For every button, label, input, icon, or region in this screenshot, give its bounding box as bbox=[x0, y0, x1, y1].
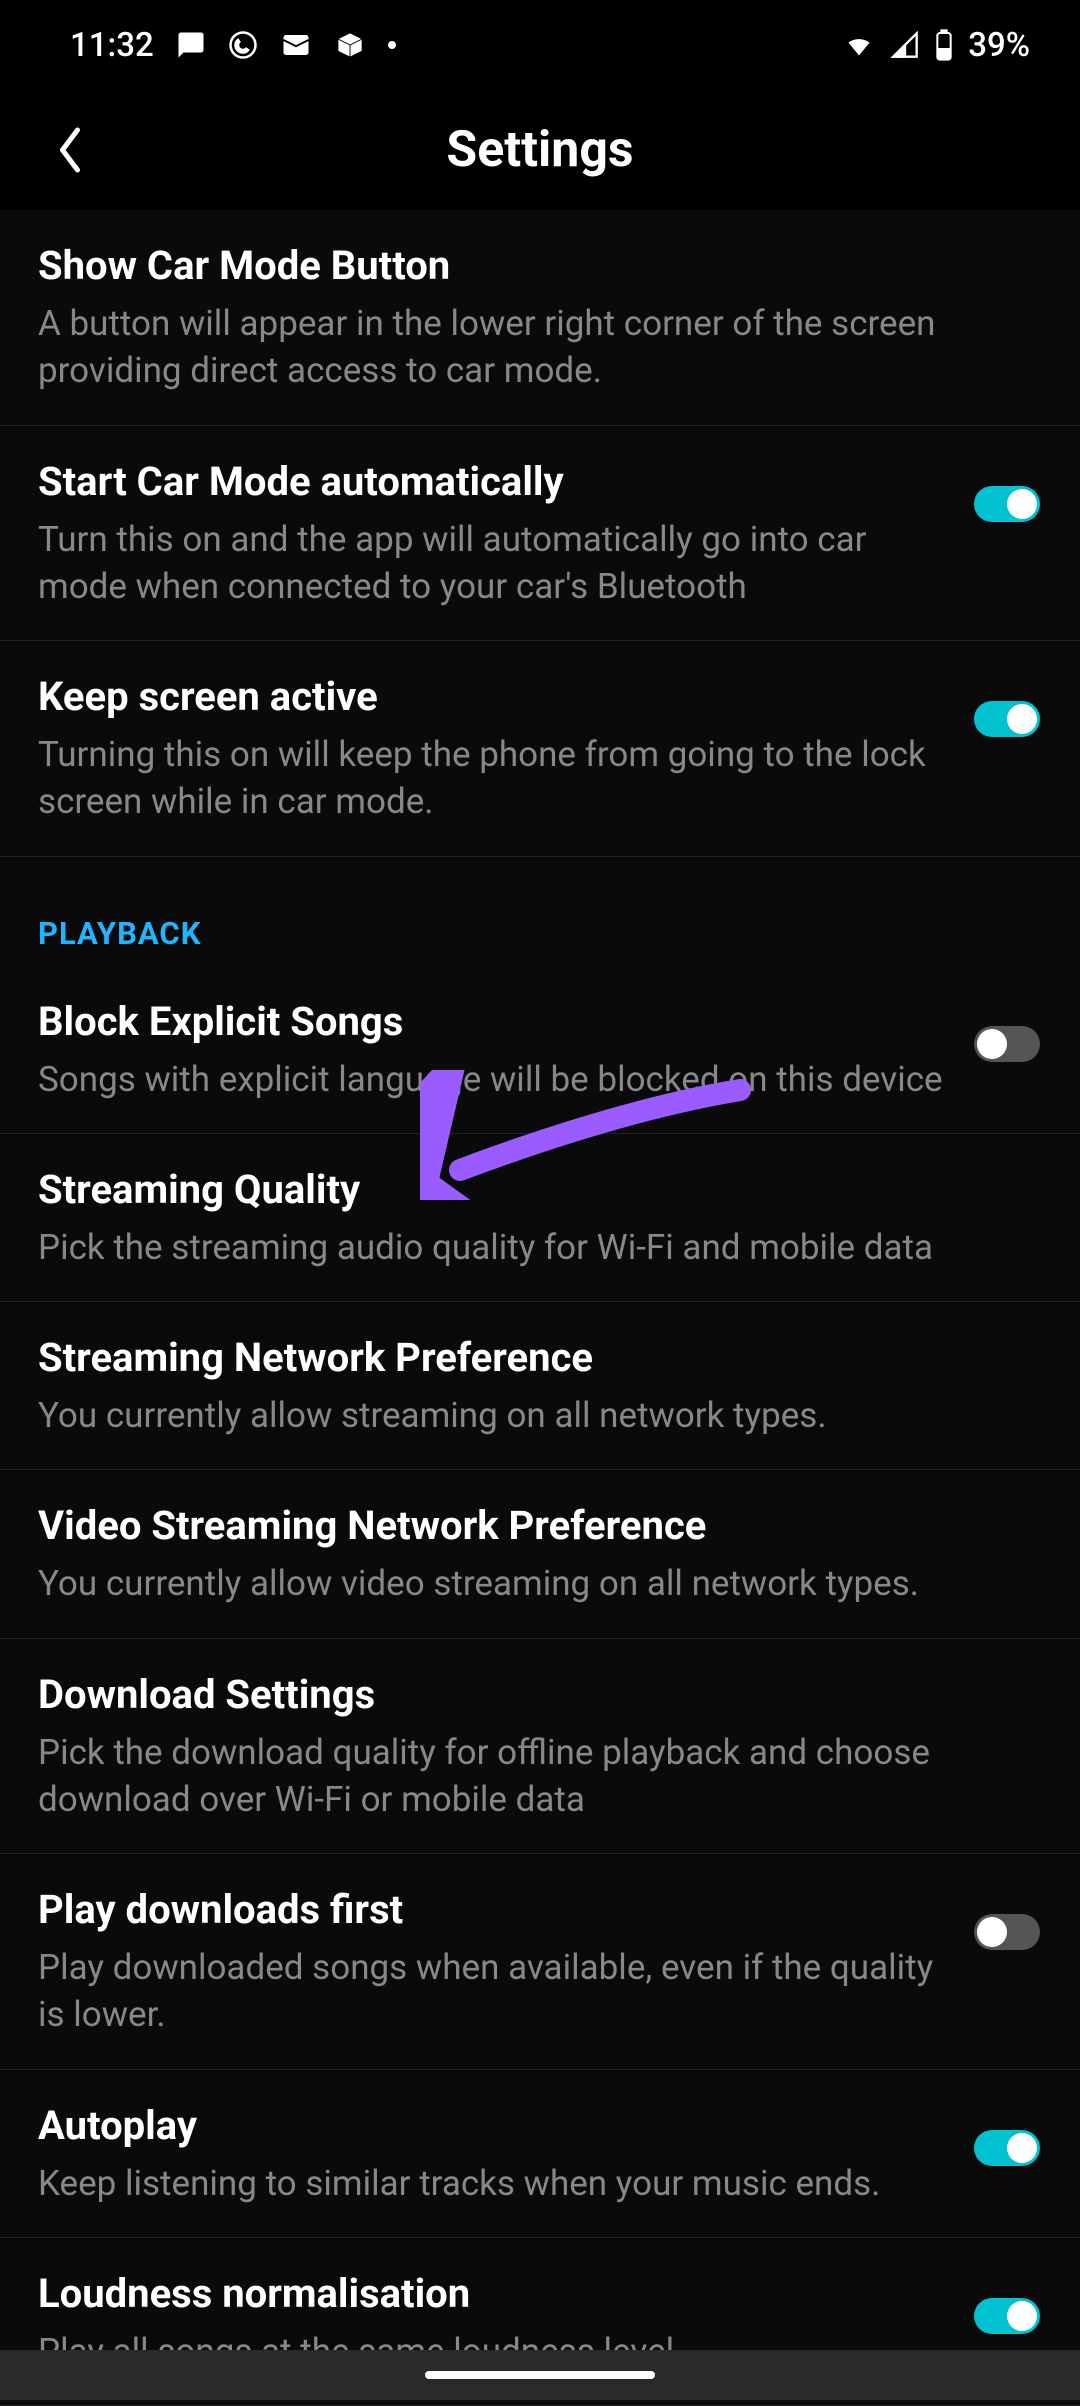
setting-desc: Pick the streaming audio quality for Wi-… bbox=[38, 1224, 1040, 1271]
page-title: Settings bbox=[446, 121, 633, 179]
block-explicit-songs-toggle[interactable] bbox=[974, 1026, 1040, 1062]
streaming-quality-row[interactable]: Streaming Quality Pick the streaming aud… bbox=[0, 1134, 1080, 1302]
status-left: 11:32 bbox=[70, 26, 396, 65]
dot-icon bbox=[388, 41, 396, 49]
keep-screen-active-toggle[interactable] bbox=[974, 701, 1040, 737]
block-explicit-songs-row[interactable]: Block Explicit Songs Songs with explicit… bbox=[0, 966, 1080, 1134]
nav-handle[interactable] bbox=[425, 2371, 655, 2379]
setting-title: Play downloads first bbox=[38, 1884, 954, 1936]
streaming-network-preference-row[interactable]: Streaming Network Preference You current… bbox=[0, 1302, 1080, 1470]
play-downloads-first-row[interactable]: Play downloads first Play downloaded son… bbox=[0, 1854, 1080, 2070]
status-bar: 11:32 39% bbox=[0, 0, 1080, 90]
setting-desc: Turning this on will keep the phone from… bbox=[38, 731, 954, 826]
setting-desc: You currently allow streaming on all net… bbox=[38, 1392, 1040, 1439]
signal-icon bbox=[890, 31, 920, 59]
status-right: 39% bbox=[842, 26, 1030, 65]
setting-title: Streaming Network Preference bbox=[38, 1332, 1040, 1384]
chat-icon bbox=[176, 30, 206, 60]
loudness-normalisation-toggle[interactable] bbox=[974, 2298, 1040, 2334]
settings-list: Show Car Mode Button A button will appea… bbox=[0, 210, 1080, 2406]
setting-title: Autoplay bbox=[38, 2100, 954, 2152]
keep-screen-active-row[interactable]: Keep screen active Turning this on will … bbox=[0, 641, 1080, 857]
setting-title: Download Settings bbox=[38, 1669, 1040, 1721]
start-car-mode-auto-toggle[interactable] bbox=[974, 486, 1040, 522]
outlook-icon bbox=[280, 30, 312, 60]
autoplay-row[interactable]: Autoplay Keep listening to similar track… bbox=[0, 2070, 1080, 2238]
setting-title: Video Streaming Network Preference bbox=[38, 1500, 1040, 1552]
setting-title: Loudness normalisation bbox=[38, 2268, 954, 2320]
chevron-left-icon bbox=[55, 125, 85, 175]
battery-icon bbox=[934, 29, 954, 61]
wifi-icon bbox=[842, 31, 876, 59]
setting-title: Start Car Mode automatically bbox=[38, 456, 954, 508]
setting-title: Keep screen active bbox=[38, 671, 954, 723]
setting-desc: Turn this on and the app will automatica… bbox=[38, 516, 954, 611]
setting-desc: Play downloaded songs when available, ev… bbox=[38, 1944, 954, 2039]
setting-desc: Keep listening to similar tracks when yo… bbox=[38, 2160, 954, 2207]
nav-bar bbox=[0, 2350, 1080, 2400]
setting-desc: Songs with explicit language will be blo… bbox=[38, 1056, 954, 1103]
setting-desc: You currently allow video streaming on a… bbox=[38, 1560, 1040, 1607]
start-car-mode-auto-row[interactable]: Start Car Mode automatically Turn this o… bbox=[0, 426, 1080, 642]
back-button[interactable] bbox=[40, 120, 100, 180]
setting-desc: A button will appear in the lower right … bbox=[38, 300, 1040, 395]
setting-desc: Pick the download quality for offline pl… bbox=[38, 1729, 1040, 1824]
header: Settings bbox=[0, 90, 1080, 210]
setting-title: Streaming Quality bbox=[38, 1164, 1040, 1216]
box-icon bbox=[334, 31, 366, 59]
setting-title: Show Car Mode Button bbox=[38, 240, 1040, 292]
whatsapp-icon bbox=[228, 30, 258, 60]
video-streaming-network-preference-row[interactable]: Video Streaming Network Preference You c… bbox=[0, 1470, 1080, 1638]
section-header-playback: PLAYBACK bbox=[0, 857, 1080, 966]
show-car-mode-button-row[interactable]: Show Car Mode Button A button will appea… bbox=[0, 210, 1080, 426]
status-time: 11:32 bbox=[70, 26, 154, 65]
autoplay-toggle[interactable] bbox=[974, 2130, 1040, 2166]
battery-percent: 39% bbox=[968, 26, 1030, 65]
setting-title: Block Explicit Songs bbox=[38, 996, 954, 1048]
download-settings-row[interactable]: Download Settings Pick the download qual… bbox=[0, 1639, 1080, 1855]
play-downloads-first-toggle[interactable] bbox=[974, 1914, 1040, 1950]
